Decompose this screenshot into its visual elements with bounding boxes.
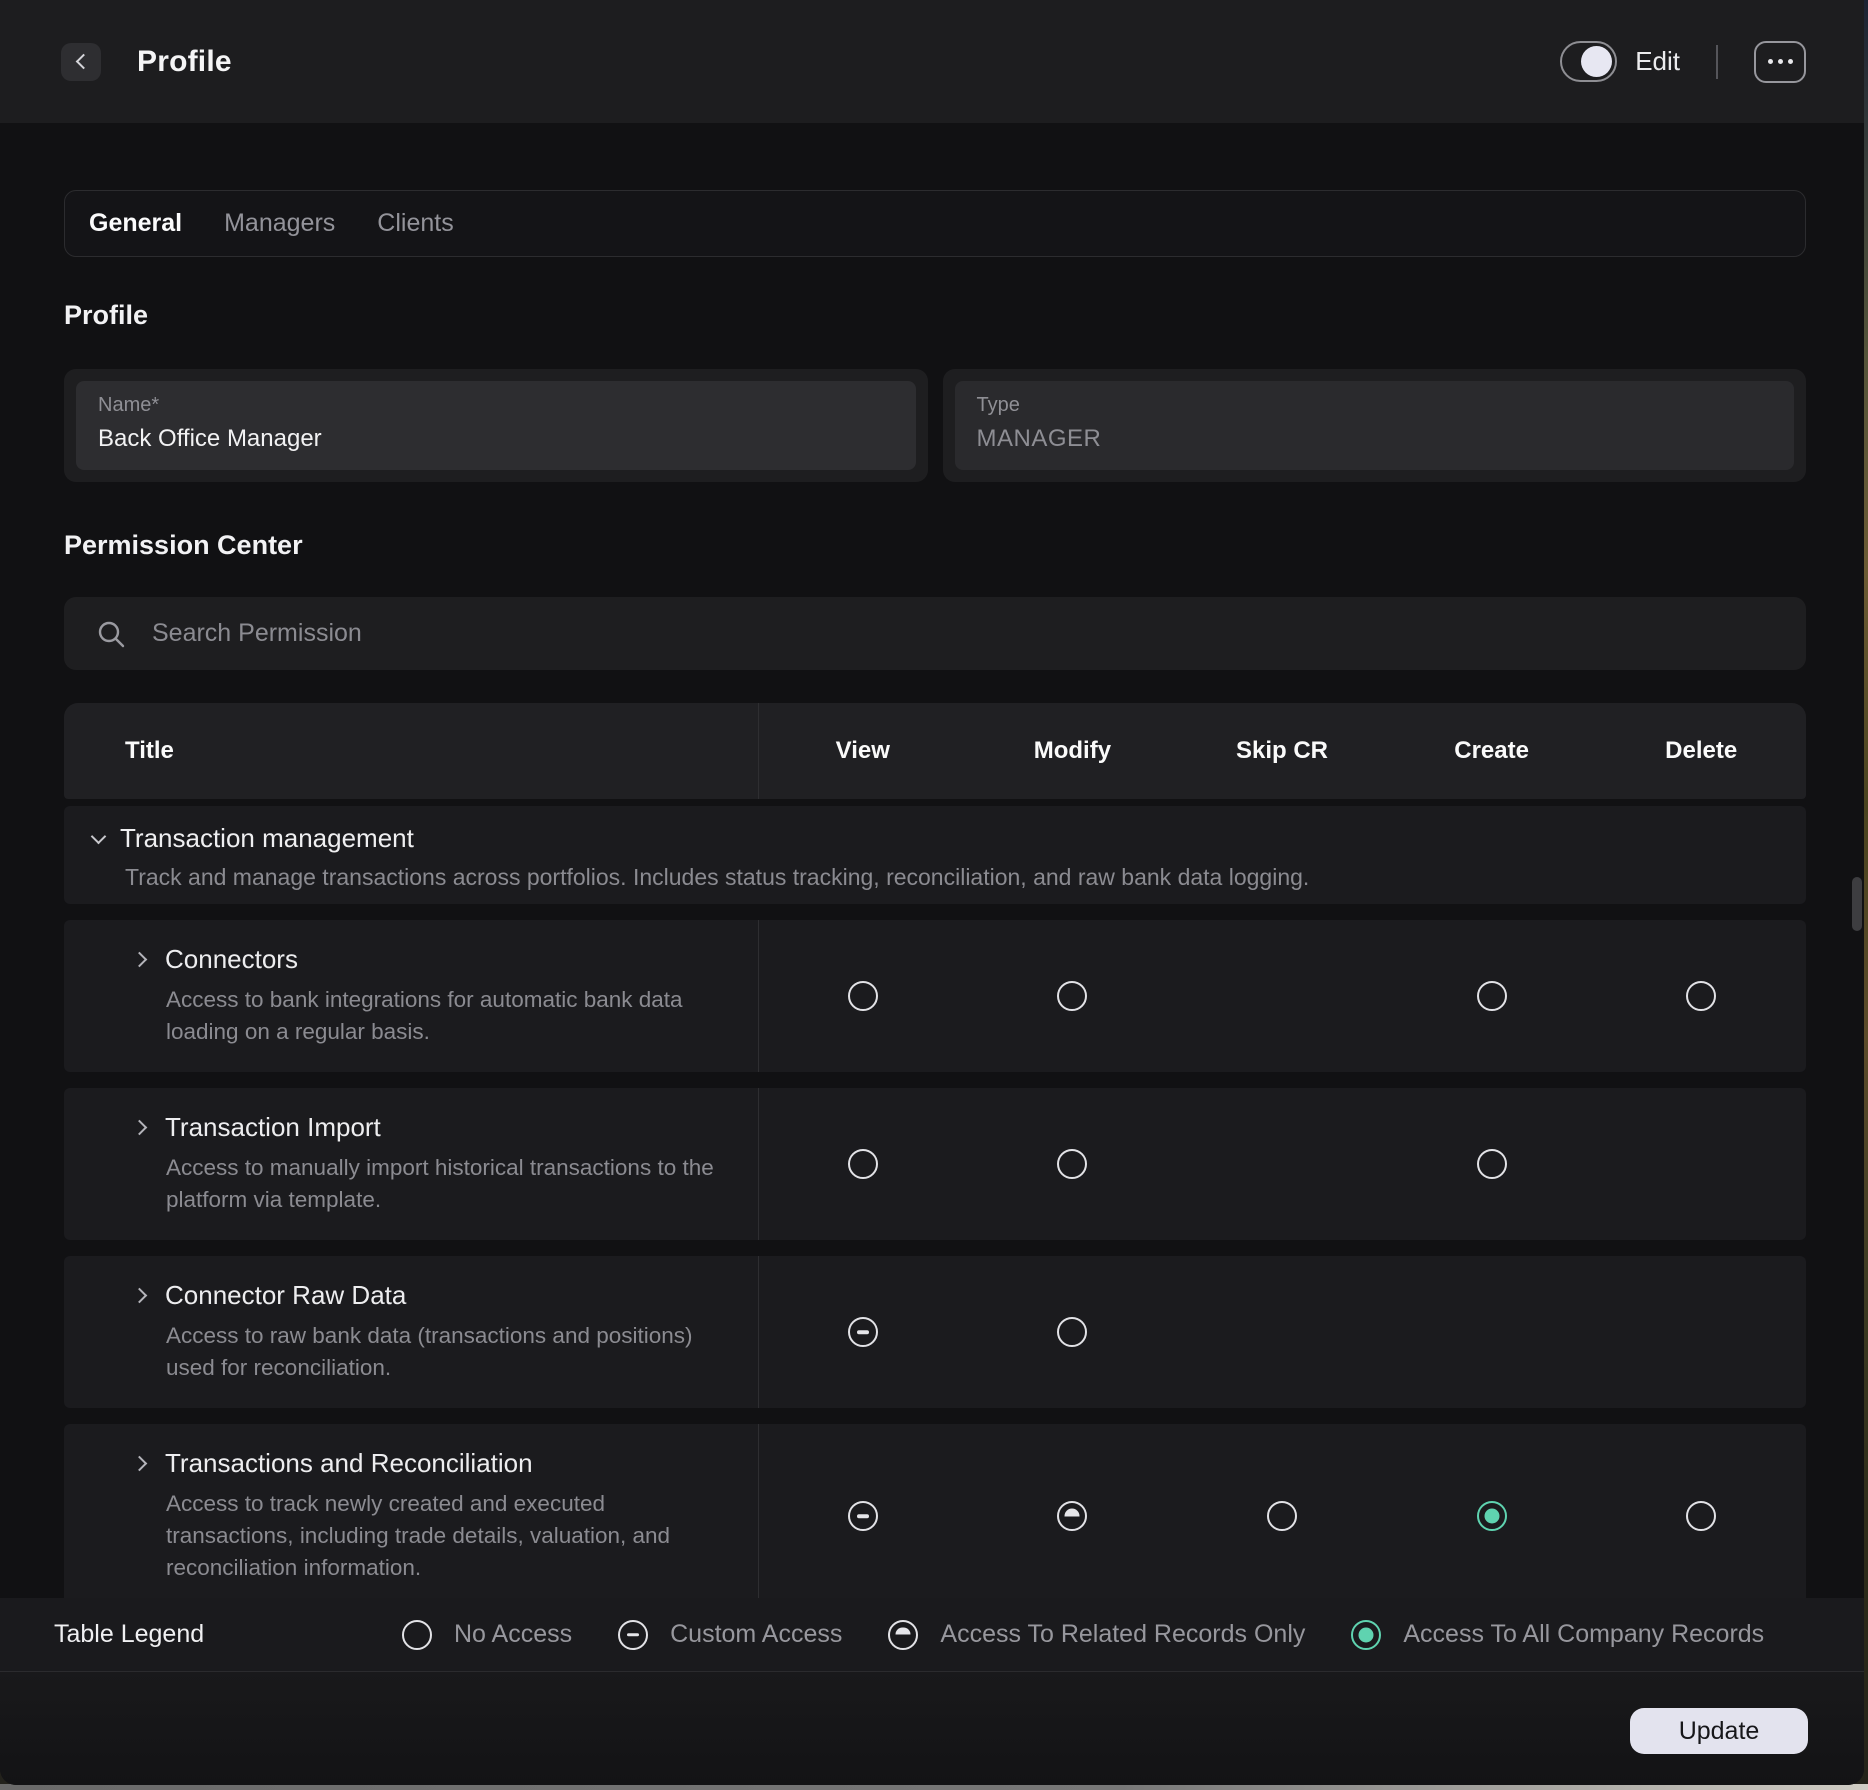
legend-item-label: No Access: [454, 1620, 572, 1649]
group-description: Track and manage transactions across por…: [125, 864, 1806, 891]
permission-row-description: Access to raw bank data (transactions an…: [166, 1320, 718, 1384]
radio-modify-related[interactable]: [1057, 1501, 1087, 1531]
permission-row-title: Transaction Import: [165, 1112, 381, 1143]
chevron-left-icon: [75, 54, 91, 70]
table-legend-label: Table Legend: [54, 1620, 212, 1649]
legend-icon-related: [888, 1620, 918, 1650]
legend-item: No Access: [402, 1620, 572, 1650]
permission-row-description: Access to manually import historical tra…: [166, 1152, 718, 1216]
radio-modify-no_access[interactable]: [1057, 981, 1087, 1011]
header-actions: Edit: [1560, 41, 1806, 83]
radio-delete-no_access[interactable]: [1686, 1501, 1716, 1531]
footer-bar: Update: [0, 1672, 1864, 1785]
edit-toggle-label: Edit: [1635, 46, 1680, 77]
page-title: Profile: [137, 45, 232, 79]
tab-clients[interactable]: Clients: [377, 209, 453, 238]
search-input[interactable]: [152, 619, 1352, 648]
legend-icon-no_access: [402, 1620, 432, 1650]
permission-center-heading: Permission Center: [64, 530, 303, 561]
column-divider: [758, 920, 759, 1072]
permission-row: Connector Raw Data Access to raw bank da…: [64, 1256, 1806, 1408]
legend-icon-custom: [618, 1620, 648, 1650]
radio-view-no_access[interactable]: [848, 1149, 878, 1179]
column-modify: Modify: [968, 737, 1178, 765]
permission-row-title: Connectors: [165, 944, 298, 975]
type-field-label: Type: [977, 394, 1773, 417]
update-button[interactable]: Update: [1630, 1708, 1808, 1754]
table-legend-bar: Table Legend No Access Custom Access Acc…: [0, 1598, 1864, 1671]
column-create: Create: [1387, 737, 1597, 765]
type-field: Type: [955, 381, 1795, 470]
legend-item: Access To Related Records Only: [888, 1620, 1305, 1650]
legend-item-label: Custom Access: [670, 1620, 842, 1649]
tab-managers[interactable]: Managers: [224, 209, 335, 238]
permission-search[interactable]: [64, 597, 1806, 670]
radio-create-no_access[interactable]: [1477, 1149, 1507, 1179]
radio-create-no_access[interactable]: [1477, 981, 1507, 1011]
type-field-card: Type: [943, 369, 1807, 482]
header-divider: [1716, 45, 1718, 79]
profile-fields: Name* Type: [64, 369, 1806, 482]
desktop: Profile Edit General Managers Clients Pr…: [0, 0, 1868, 1790]
scrollbar-thumb[interactable]: [1852, 877, 1862, 931]
permission-group-row[interactable]: Transaction management Track and manage …: [64, 806, 1806, 904]
name-field-card: Name*: [64, 369, 928, 482]
type-input: [977, 425, 1773, 453]
radio-view-no_access[interactable]: [848, 981, 878, 1011]
permission-row: Transaction Import Access to manually im…: [64, 1088, 1806, 1240]
legend-items: No Access Custom Access Access To Relate…: [402, 1620, 1764, 1650]
legend-item: Custom Access: [618, 1620, 842, 1650]
permission-row: Connectors Access to bank integrations f…: [64, 920, 1806, 1072]
table-header-row: Title View Modify Skip CR Create Delete: [64, 703, 1806, 799]
permission-rows: Connectors Access to bank integrations f…: [64, 920, 1806, 1608]
radio-skip_cr-no_access[interactable]: [1267, 1501, 1297, 1531]
chevron-down-icon[interactable]: [91, 829, 107, 845]
legend-item: Access To All Company Records: [1351, 1620, 1764, 1650]
profile-section-heading: Profile: [64, 300, 148, 331]
ellipsis-icon: [1768, 59, 1773, 64]
back-button[interactable]: [61, 43, 101, 81]
chevron-right-icon[interactable]: [132, 1288, 148, 1304]
permission-table: Title View Modify Skip CR Create Delete …: [64, 703, 1806, 1608]
permission-row-description: Access to bank integrations for automati…: [166, 984, 718, 1048]
tab-bar: General Managers Clients: [64, 190, 1806, 257]
column-divider: [758, 1256, 759, 1408]
group-title: Transaction management: [120, 823, 414, 854]
legend-item-label: Access To All Company Records: [1403, 1620, 1764, 1649]
tab-general[interactable]: General: [89, 209, 182, 238]
search-icon: [96, 619, 126, 649]
column-title: Title: [64, 737, 758, 765]
radio-view-custom[interactable]: [848, 1501, 878, 1531]
radio-delete-no_access[interactable]: [1686, 981, 1716, 1011]
page-header: Profile Edit: [0, 0, 1864, 123]
name-field[interactable]: Name*: [76, 381, 916, 470]
radio-modify-no_access[interactable]: [1057, 1317, 1087, 1347]
app-window: Profile Edit General Managers Clients Pr…: [0, 0, 1864, 1785]
legend-item-label: Access To Related Records Only: [940, 1620, 1305, 1649]
chevron-right-icon[interactable]: [132, 1456, 148, 1472]
name-input[interactable]: [98, 425, 894, 453]
name-field-label: Name*: [98, 394, 894, 417]
radio-modify-no_access[interactable]: [1057, 1149, 1087, 1179]
more-options-button[interactable]: [1754, 41, 1806, 83]
column-view: View: [758, 737, 968, 765]
column-divider: [758, 703, 759, 799]
column-divider: [758, 1088, 759, 1240]
column-delete: Delete: [1596, 737, 1806, 765]
edit-toggle[interactable]: [1560, 41, 1617, 82]
column-divider: [758, 1424, 759, 1608]
permission-row-title: Transactions and Reconciliation: [165, 1448, 533, 1479]
column-skip-cr: Skip CR: [1177, 737, 1387, 765]
legend-icon-all: [1351, 1620, 1381, 1650]
radio-create-all[interactable]: [1477, 1501, 1507, 1531]
toggle-knob: [1581, 46, 1612, 77]
permission-row: Transactions and Reconciliation Access t…: [64, 1424, 1806, 1608]
radio-view-custom[interactable]: [848, 1317, 878, 1347]
chevron-right-icon[interactable]: [132, 952, 148, 968]
chevron-right-icon[interactable]: [132, 1120, 148, 1136]
permission-row-description: Access to track newly created and execut…: [166, 1488, 718, 1584]
permission-row-title: Connector Raw Data: [165, 1280, 406, 1311]
